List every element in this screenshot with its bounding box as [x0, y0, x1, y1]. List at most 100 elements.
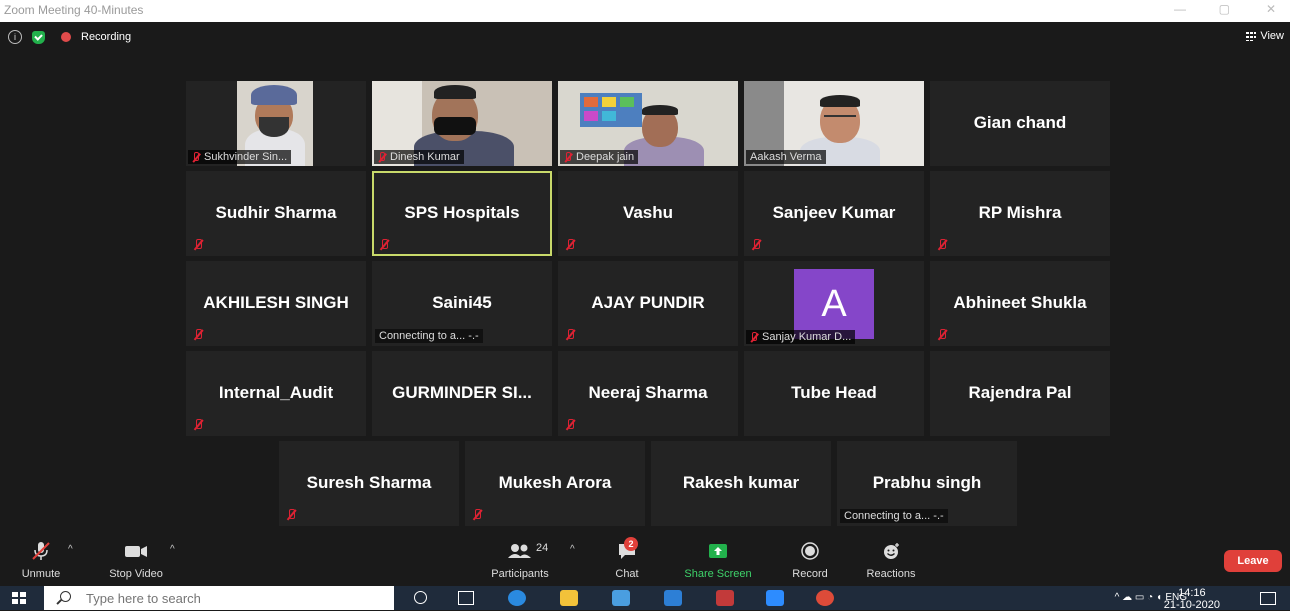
share-screen-button[interactable]: Share Screen [684, 540, 752, 580]
participant-tile-active-speaker[interactable]: SPS Hospitals [372, 171, 552, 256]
edge-icon[interactable] [508, 590, 526, 606]
participant-tile[interactable]: Sukhvinder Sin... [186, 81, 366, 166]
video-options-caret[interactable]: ^ [170, 544, 175, 555]
participant-tile[interactable]: Neeraj Sharma [558, 351, 738, 436]
participant-tile[interactable]: Aakash Verma [744, 81, 924, 166]
participant-name: Vashu [622, 203, 674, 222]
system-tray[interactable]: ^ ☁ ▭ ◔ ◖ [1115, 592, 1162, 603]
system-clock[interactable]: 14:16 21-10-2020 [1164, 587, 1220, 611]
participant-tile[interactable]: Vashu [558, 171, 738, 256]
participant-tile[interactable]: Tube Head [744, 351, 924, 436]
audio-options-caret[interactable]: ^ [68, 544, 73, 555]
info-icon[interactable]: i [8, 30, 22, 44]
mail-icon[interactable] [612, 590, 630, 606]
notification-icon[interactable] [1260, 592, 1276, 605]
participant-name: Suresh Sharma [306, 473, 432, 492]
participant-tile[interactable]: RP Mishra [930, 171, 1110, 256]
muted-mic-icon [749, 332, 759, 342]
chat-badge: 2 [624, 537, 638, 551]
participant-name-label: Aakash Verma [746, 150, 826, 164]
participant-name: Abhineet Shukla [953, 293, 1087, 312]
participant-name: Mukesh Arora [498, 473, 612, 492]
participant-tile[interactable]: Suresh Sharma [279, 441, 459, 526]
leave-button[interactable]: Leave [1224, 550, 1282, 572]
participant-tile[interactable]: Deepak jain [558, 81, 738, 166]
participant-tile[interactable]: A Sanjay Kumar D... [744, 261, 924, 346]
minimize-icon[interactable]: — [1174, 2, 1186, 16]
windows-start-icon[interactable] [12, 592, 26, 604]
view-label: View [1260, 30, 1284, 42]
muted-mic-icon [471, 509, 483, 521]
task-view-icon[interactable] [458, 591, 474, 605]
connecting-status: Connecting to a... -.- [840, 509, 948, 523]
participant-tile[interactable]: Prabhu singh Connecting to a... -.- [837, 441, 1017, 526]
participant-tile[interactable]: Sanjeev Kumar [744, 171, 924, 256]
close-icon[interactable]: ✕ [1266, 2, 1276, 16]
shield-icon[interactable] [32, 30, 45, 44]
participant-name-label: Sanjay Kumar D... [746, 330, 856, 344]
participant-tile[interactable]: Abhineet Shukla [930, 261, 1110, 346]
participant-name: Rajendra Pal [968, 383, 1072, 402]
muted-mic-icon [378, 239, 390, 251]
participant-name: Saini45 [432, 293, 492, 312]
recording-label: Recording [81, 31, 132, 43]
microphone-muted-icon [32, 542, 50, 560]
participant-name: Tube Head [791, 383, 877, 402]
participant-tile[interactable]: AKHILESH SINGH [186, 261, 366, 346]
muted-mic-icon [377, 152, 387, 162]
search-input[interactable] [84, 590, 388, 607]
maximize-icon[interactable]: ▢ [1219, 2, 1230, 16]
app-l-icon[interactable] [664, 590, 682, 606]
video-camera-icon [125, 546, 147, 557]
search-icon [60, 591, 71, 602]
participant-tile[interactable]: GURMINDER SI... [372, 351, 552, 436]
participant-tile[interactable]: Saini45 Connecting to a... -.- [372, 261, 552, 346]
participant-name-label: Deepak jain [560, 150, 639, 164]
zoom-icon[interactable] [766, 590, 784, 606]
participant-name: Neeraj Sharma [588, 383, 708, 402]
participant-tile[interactable]: Rakesh kumar [651, 441, 831, 526]
gmail-icon[interactable] [716, 590, 734, 606]
share-screen-icon [709, 544, 727, 558]
participant-tile[interactable]: Mukesh Arora [465, 441, 645, 526]
avatar: A [794, 269, 874, 339]
participant-tile[interactable]: Dinesh Kumar [372, 81, 552, 166]
muted-mic-icon [192, 419, 204, 431]
stop-video-button[interactable]: Stop Video [109, 540, 163, 580]
record-button[interactable]: Record [792, 540, 828, 580]
muted-mic-icon [564, 239, 576, 251]
cortana-icon[interactable] [414, 591, 427, 604]
chat-button[interactable]: 2 Chat [612, 537, 642, 580]
participant-tile[interactable]: Internal_Audit [186, 351, 366, 436]
chrome-icon[interactable] [816, 590, 834, 606]
participants-button[interactable]: 24 Participants [491, 540, 548, 580]
connecting-status: Connecting to a... -.- [375, 329, 483, 343]
muted-mic-icon [564, 419, 576, 431]
participant-tile[interactable]: AJAY PUNDIR [558, 261, 738, 346]
window-title: Zoom Meeting 40-Minutes [4, 3, 144, 17]
participant-tile[interactable]: Rajendra Pal [930, 351, 1110, 436]
muted-mic-icon [936, 239, 948, 251]
participant-tile[interactable]: Gian chand [930, 81, 1110, 166]
participant-name: Sudhir Sharma [215, 203, 337, 222]
file-explorer-icon[interactable] [560, 590, 578, 606]
meeting-status-bar: i Recording [8, 30, 131, 44]
participant-name: AKHILESH SINGH [203, 293, 349, 312]
participant-tile[interactable]: Sudhir Sharma [186, 171, 366, 256]
muted-mic-icon [563, 152, 573, 162]
participant-count: 24 [536, 542, 549, 554]
muted-mic-icon [285, 509, 297, 521]
muted-mic-icon [750, 239, 762, 251]
unmute-button[interactable]: Unmute [18, 540, 64, 580]
view-button[interactable]: View [1246, 30, 1284, 42]
windows-taskbar: ^ ☁ ▭ ◔ ◖ ENG 14:16 21-10-2020 [0, 586, 1290, 611]
smiley-icon [884, 543, 899, 559]
reactions-button[interactable]: Reactions [867, 540, 915, 580]
participant-name-label: Sukhvinder Sin... [188, 150, 292, 164]
participants-icon [508, 544, 531, 558]
meeting-toolbar: Unmute ^ Stop Video ^ 24 Participants ^ … [0, 536, 1290, 586]
muted-mic-icon [191, 152, 201, 162]
participants-caret[interactable]: ^ [570, 544, 575, 555]
taskbar-search[interactable] [44, 586, 394, 610]
record-icon [801, 542, 819, 560]
